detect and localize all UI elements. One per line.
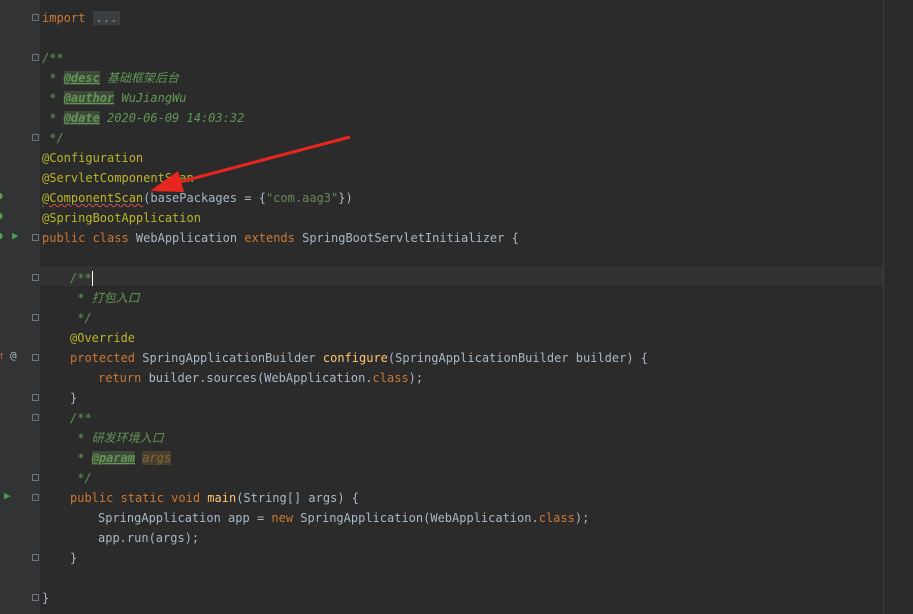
annotation-arrow <box>150 135 351 192</box>
